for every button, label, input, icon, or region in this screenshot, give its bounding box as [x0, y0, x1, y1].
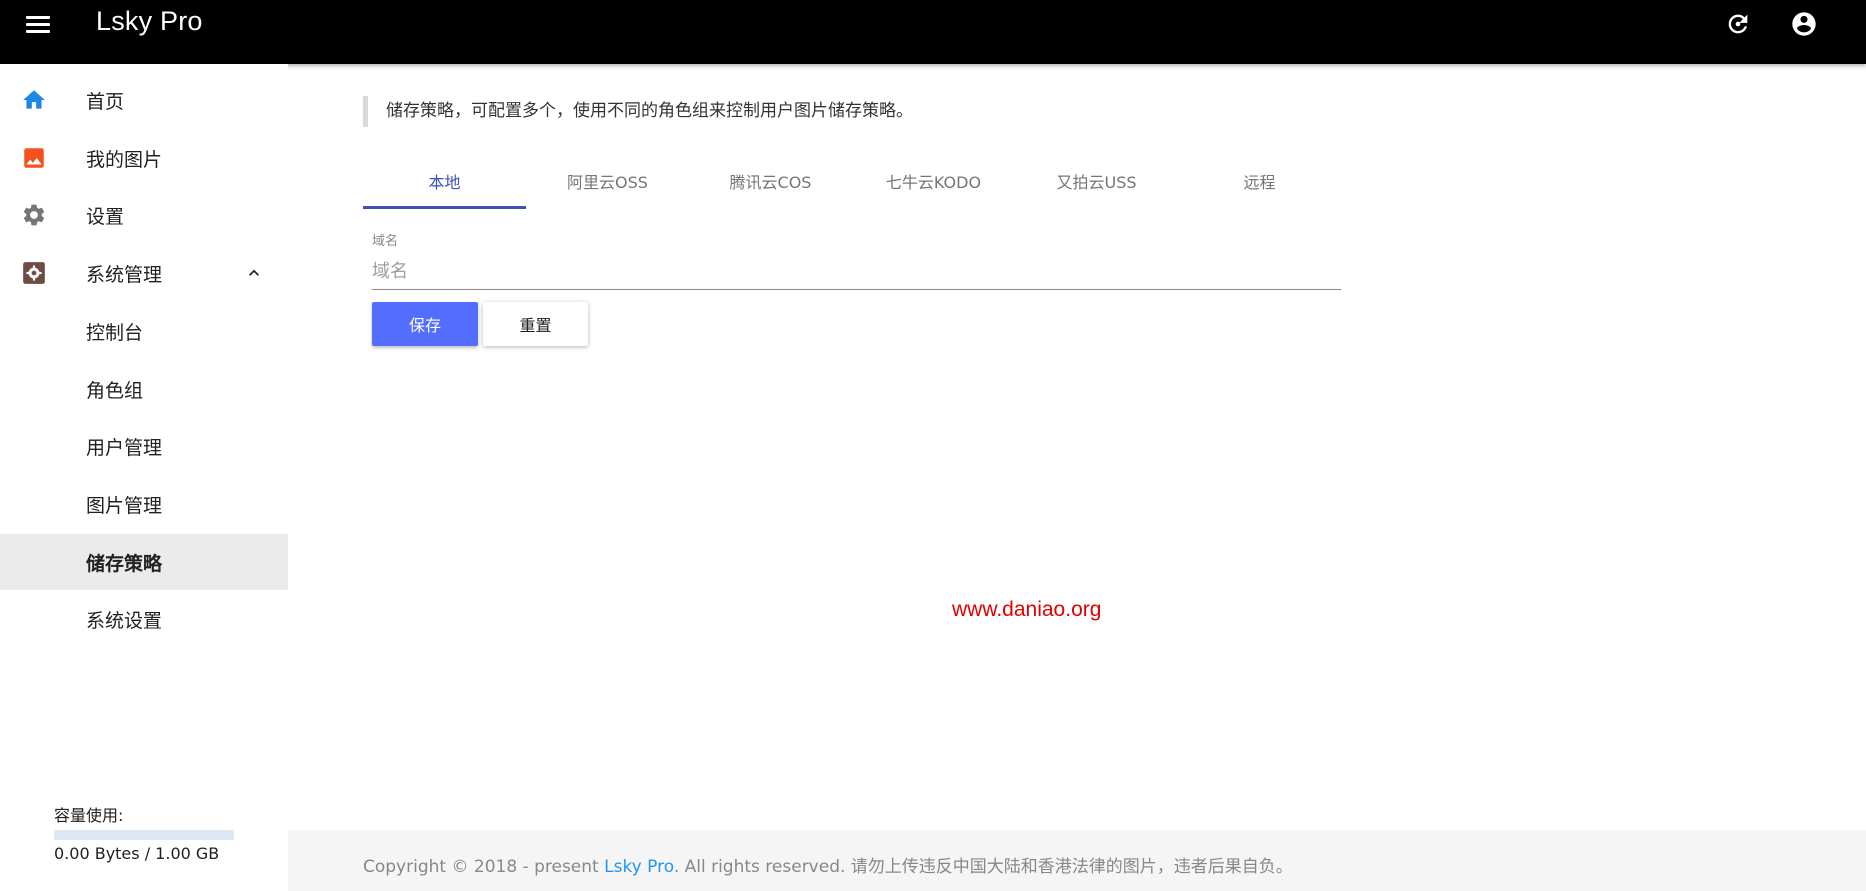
sidebar-item-my-images[interactable]: 我的图片	[0, 130, 288, 186]
footer-prefix: Copyright © 2018 - present	[363, 857, 605, 877]
sidebar-item-system-settings[interactable]: 系统设置	[0, 591, 288, 647]
sidebar-item-settings[interactable]: 设置	[0, 187, 288, 243]
footer: Copyright © 2018 - present Lsky Pro. All…	[288, 830, 1866, 891]
admin-settings-icon	[20, 259, 48, 287]
watermark-text: www.daniao.org	[952, 598, 1102, 621]
tab-tencent-cos[interactable]: 腾讯云COS	[689, 152, 852, 209]
sidebar-item-home[interactable]: 首页	[0, 72, 288, 128]
sidebar-item-role-groups[interactable]: 角色组	[0, 361, 288, 417]
reset-button[interactable]: 重置	[483, 302, 588, 346]
sidebar-item-label: 用户管理	[86, 436, 163, 459]
footer-lsky-link[interactable]: Lsky Pro	[604, 857, 674, 877]
app-title: Lsky Pro	[96, 6, 203, 36]
storage-tabs: 本地 阿里云OSS 腾讯云COS 七牛云KODO 又拍云USS 远程	[363, 152, 1343, 209]
save-button[interactable]: 保存	[372, 302, 478, 346]
main-content: 储存策略，可配置多个，使用不同的角色组来控制用户图片储存策略。 本地 阿里云OS…	[288, 64, 1866, 830]
sidebar-item-label: 系统设置	[86, 609, 163, 632]
gear-icon	[20, 201, 48, 229]
footer-copyright: Copyright © 2018 - present Lsky Pro. All…	[363, 852, 1293, 877]
sidebar-item-console[interactable]: 控制台	[0, 303, 288, 359]
sidebar-item-label: 系统管理	[86, 263, 163, 286]
tab-active-indicator	[363, 206, 526, 209]
sidebar-item-label: 储存策略	[86, 552, 163, 575]
image-icon	[20, 144, 48, 172]
sidebar-item-label: 图片管理	[86, 494, 163, 517]
top-app-bar: Lsky Pro	[0, 0, 1866, 64]
sidebar-item-system-admin[interactable]: 系统管理	[0, 245, 288, 301]
sidebar-item-label: 角色组	[86, 379, 144, 402]
sidebar-item-storage-policy[interactable]: 储存策略	[0, 534, 288, 590]
footer-suffix: . All rights reserved. 请勿上传违反中国大陆和香港法律的图…	[673, 857, 1293, 877]
home-icon	[20, 86, 48, 114]
account-circle-icon[interactable]	[1790, 10, 1818, 38]
tab-local[interactable]: 本地	[363, 152, 526, 209]
sidebar-item-label: 我的图片	[86, 148, 163, 171]
chevron-up-icon[interactable]	[244, 263, 264, 283]
menu-icon[interactable]	[24, 12, 52, 38]
sidebar-item-image-management[interactable]: 图片管理	[0, 476, 288, 532]
domain-field-label: 域名	[372, 234, 399, 249]
refresh-icon[interactable]	[1724, 10, 1752, 38]
tab-upyun-uss[interactable]: 又拍云USS	[1015, 152, 1178, 209]
domain-input[interactable]	[372, 254, 1341, 290]
tab-qiniu-kodo[interactable]: 七牛云KODO	[852, 152, 1015, 209]
storage-policy-notice: 储存策略，可配置多个，使用不同的角色组来控制用户图片储存策略。	[363, 96, 913, 127]
tab-remote[interactable]: 远程	[1178, 152, 1341, 209]
sidebar-item-user-management[interactable]: 用户管理	[0, 418, 288, 474]
tab-aliyun-oss[interactable]: 阿里云OSS	[526, 152, 689, 209]
sidebar-item-label: 首页	[86, 90, 125, 113]
sidebar: 首页 我的图片 设置 系统管理 控制台 角色组 用户管理 图片管理 储存策略 系…	[0, 64, 288, 891]
storage-progress-bar	[54, 830, 234, 840]
sidebar-item-label: 控制台	[86, 321, 144, 344]
storage-usage-label: 容量使用:	[54, 806, 124, 825]
sidebar-item-label: 设置	[86, 205, 125, 228]
storage-usage-value: 0.00 Bytes / 1.00 GB	[54, 844, 220, 863]
